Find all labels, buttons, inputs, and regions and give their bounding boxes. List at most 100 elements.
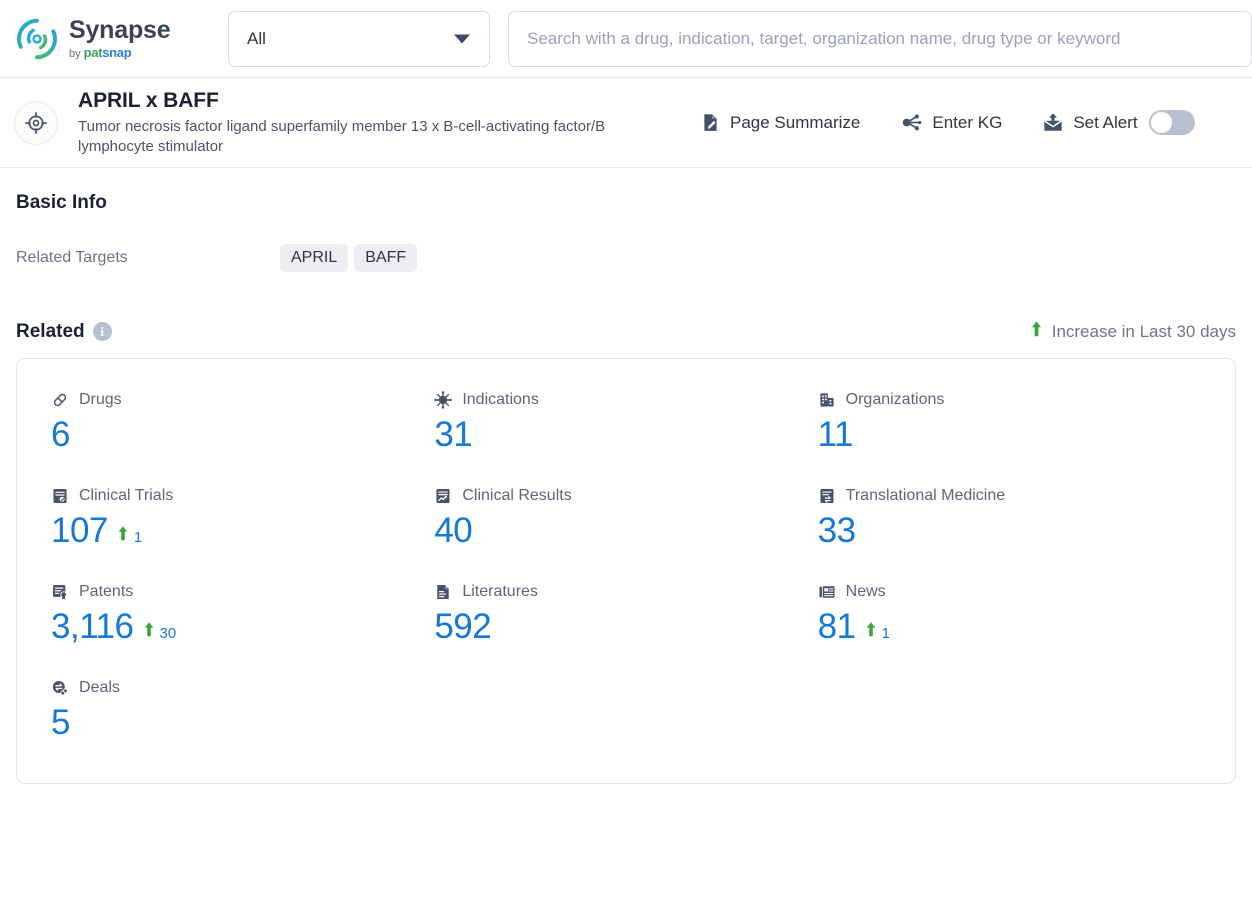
stat-head: Patents bbox=[51, 581, 422, 603]
stat-value[interactable]: 107 bbox=[51, 513, 108, 548]
set-alert-toggle[interactable] bbox=[1148, 110, 1195, 135]
stat-label[interactable]: Literatures bbox=[462, 583, 538, 601]
increase-legend-label: Increase in Last 30 days bbox=[1051, 321, 1236, 341]
document-edit-icon bbox=[700, 112, 721, 133]
entity-header: APRIL x BAFF Tumor necrosis factor ligan… bbox=[0, 78, 1252, 168]
brand-name: Synapse bbox=[69, 15, 171, 44]
stat-value-row: 6 bbox=[51, 417, 422, 459]
stat-clinical-results: Clinical Results 40 bbox=[434, 485, 817, 555]
search-box[interactable] bbox=[508, 10, 1252, 67]
stat-value-row: 11 bbox=[818, 417, 1189, 459]
stat-value[interactable]: 33 bbox=[818, 513, 856, 548]
brand-tagline: by patsnap bbox=[69, 46, 170, 60]
pill-capsule-icon bbox=[51, 391, 69, 409]
arrow-up-icon bbox=[143, 621, 155, 643]
news-paper-icon bbox=[818, 583, 836, 601]
stat-value-row: 3,116 30 bbox=[51, 609, 422, 651]
search-input[interactable] bbox=[527, 28, 1233, 49]
stat-head: Clinical Trials bbox=[51, 485, 422, 507]
stat-delta: 30 bbox=[143, 621, 177, 643]
page-title: APRIL x BAFF bbox=[78, 88, 219, 112]
stat-clinical-trials: Clinical Trials 107 1 bbox=[51, 485, 434, 555]
stat-value[interactable]: 81 bbox=[818, 609, 856, 644]
related-title: Related bbox=[16, 320, 85, 342]
entity-title-block: APRIL x BAFF Tumor necrosis factor ligan… bbox=[78, 88, 678, 158]
stat-value[interactable]: 6 bbox=[51, 417, 70, 452]
chevron-down-icon bbox=[454, 34, 470, 43]
translational-document-icon bbox=[818, 487, 836, 505]
stat-patents: Patents 3,116 30 bbox=[51, 581, 434, 651]
stat-value[interactable]: 592 bbox=[434, 609, 491, 644]
stat-value-row: 31 bbox=[434, 417, 805, 459]
related-title-group: Related i bbox=[16, 321, 112, 343]
related-section-header: Related i Increase in Last 30 days bbox=[16, 320, 1236, 343]
top-bar: Synapse by patsnap All bbox=[0, 0, 1252, 78]
stat-delta: 1 bbox=[865, 621, 890, 643]
patent-certificate-icon bbox=[51, 583, 69, 601]
stat-head: Organizations bbox=[818, 389, 1189, 411]
stat-label[interactable]: Indications bbox=[462, 391, 539, 409]
stat-head: Indications bbox=[434, 389, 805, 411]
stat-head: Literatures bbox=[434, 581, 805, 603]
stat-label[interactable]: Patents bbox=[79, 583, 133, 601]
stat-label[interactable]: Organizations bbox=[846, 391, 945, 409]
basic-info-title: Basic Info bbox=[16, 192, 107, 213]
set-alert-label: Set Alert bbox=[1073, 112, 1138, 132]
page-summarize-label: Page Summarize bbox=[730, 112, 861, 132]
arrow-up-icon bbox=[117, 525, 129, 547]
set-alert-control[interactable]: Set Alert bbox=[1042, 110, 1195, 135]
stat-label[interactable]: Deals bbox=[79, 679, 120, 697]
virus-icon bbox=[434, 391, 453, 409]
page-summarize-button[interactable]: Page Summarize bbox=[700, 112, 860, 133]
enter-kg-button[interactable]: Enter KG bbox=[900, 111, 1002, 134]
stat-label[interactable]: Drugs bbox=[79, 391, 122, 409]
entity-description: Tumor necrosis factor ligand superfamily… bbox=[78, 117, 606, 156]
stat-value-row: 5 bbox=[51, 705, 422, 747]
related-targets-row: Related Targets APRIL BAFF bbox=[16, 242, 1236, 274]
stat-delta: 1 bbox=[117, 525, 142, 547]
stat-delta-value: 1 bbox=[133, 529, 143, 546]
stat-value-row: 81 1 bbox=[818, 609, 1189, 651]
brand-patsnap-text: patsnap bbox=[83, 44, 132, 60]
stat-label[interactable]: Translational Medicine bbox=[846, 487, 1005, 505]
stat-delta-value: 30 bbox=[159, 625, 177, 642]
stat-head: Drugs bbox=[51, 389, 422, 411]
related-stats-grid: Drugs 6 Indications 31 Organizations 11 … bbox=[51, 389, 1201, 747]
stat-value[interactable]: 31 bbox=[434, 417, 472, 452]
stat-organizations: Organizations 11 bbox=[818, 389, 1201, 459]
synapse-circular-logo-icon bbox=[14, 16, 60, 62]
clinical-trial-document-icon bbox=[51, 487, 69, 505]
stat-label[interactable]: Clinical Results bbox=[462, 487, 571, 505]
stat-translational-medicine: Translational Medicine 33 bbox=[818, 485, 1201, 555]
arrow-up-icon bbox=[1030, 320, 1043, 343]
alert-envelope-icon bbox=[1042, 112, 1064, 134]
stat-head: News bbox=[818, 581, 1189, 603]
stat-value-row: 107 1 bbox=[51, 513, 422, 555]
stat-label[interactable]: News bbox=[846, 583, 886, 601]
target-chip-baff[interactable]: BAFF bbox=[354, 244, 418, 272]
stat-head: Translational Medicine bbox=[818, 485, 1189, 507]
stat-value[interactable]: 11 bbox=[818, 417, 854, 452]
stat-value[interactable]: 40 bbox=[434, 513, 472, 548]
stat-value[interactable]: 5 bbox=[51, 705, 70, 740]
stat-head: Clinical Results bbox=[434, 485, 805, 507]
related-targets-label: Related Targets bbox=[16, 249, 128, 266]
stat-indications: Indications 31 bbox=[434, 389, 817, 459]
stat-delta-value: 1 bbox=[881, 625, 890, 642]
stat-value[interactable]: 3,116 bbox=[51, 609, 134, 644]
knowledge-graph-icon bbox=[900, 111, 923, 134]
target-chip-april[interactable]: APRIL bbox=[280, 244, 349, 272]
increase-legend: Increase in Last 30 days bbox=[1030, 320, 1236, 343]
info-icon[interactable]: i bbox=[92, 322, 112, 341]
building-icon bbox=[818, 391, 836, 409]
stat-literatures: Literatures 592 bbox=[434, 581, 817, 651]
stat-head: Deals bbox=[51, 677, 422, 699]
stat-value-row: 33 bbox=[818, 513, 1189, 555]
stat-label[interactable]: Clinical Trials bbox=[79, 487, 173, 505]
brand-by-text: by bbox=[69, 47, 81, 60]
header-actions: Page Summarize Enter KG Set Alert bbox=[700, 110, 1236, 135]
brand-logo-area[interactable]: Synapse by patsnap bbox=[14, 16, 228, 62]
search-scope-select[interactable]: All bbox=[228, 10, 490, 67]
stat-value-row: 592 bbox=[434, 609, 805, 651]
results-chart-document-icon bbox=[434, 487, 452, 505]
